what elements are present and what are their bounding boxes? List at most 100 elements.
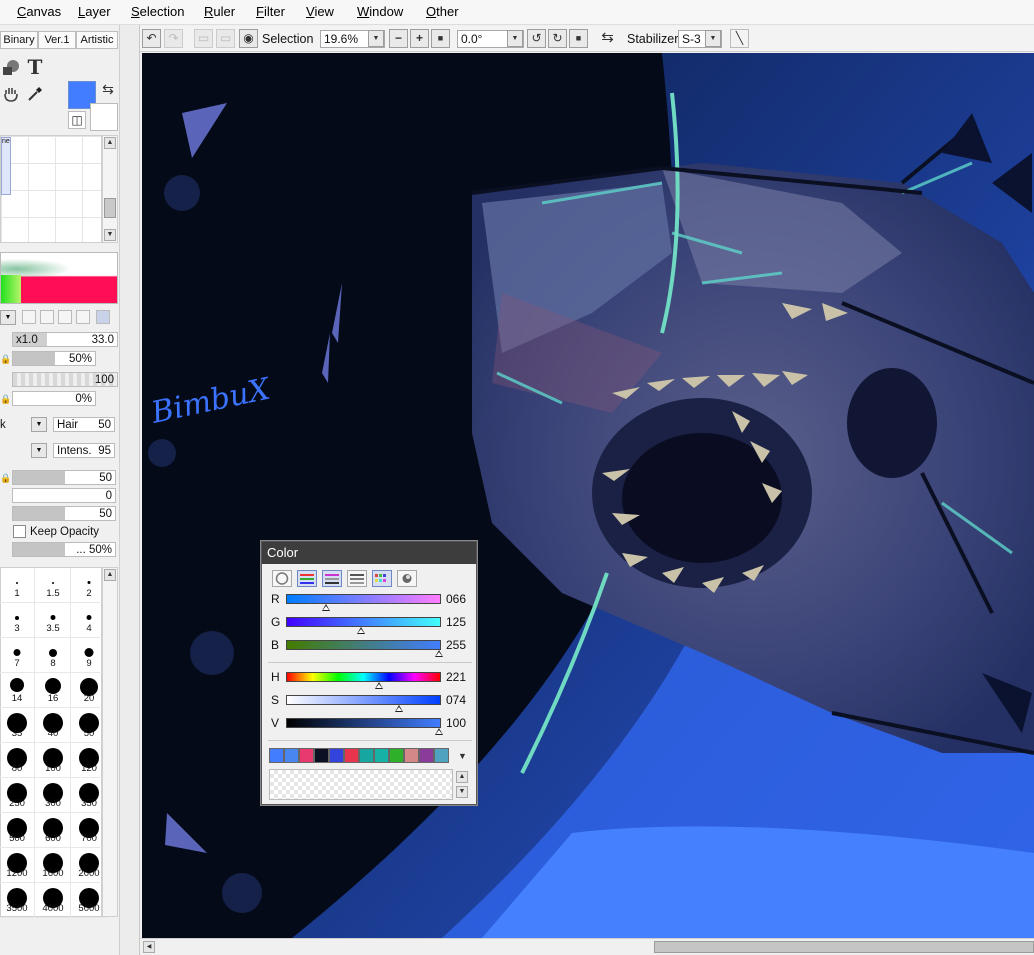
tab-artistic[interactable]: Artistic [76,31,118,49]
swap-colors-icon[interactable]: ⇆ [98,79,118,99]
scroll-up-icon[interactable]: ▲ [104,569,116,581]
zoom-reset-icon[interactable]: ■ [431,29,450,48]
texture-dropdown-icon[interactable]: ▼ [31,443,47,458]
min-size-slider[interactable]: 50% [12,351,96,366]
stabilizer-dropdown-icon[interactable]: ▼ [705,30,721,47]
menu-window[interactable]: Window [357,4,403,19]
red-slider-thumb[interactable] [321,604,330,611]
hue-slider[interactable] [286,672,441,682]
redo-icon[interactable]: ↷ [164,29,183,48]
intensity-field[interactable]: Intens. 95 [53,443,115,458]
color-swatch[interactable] [359,748,374,763]
drawing-canvas[interactable]: BimbuX [142,53,1034,938]
scroll-down-icon[interactable]: ▼ [104,229,116,241]
menu-layer[interactable]: Layer [78,4,111,19]
green-slider[interactable] [286,617,441,627]
value-value[interactable]: 100 [446,716,466,730]
persistence-slider[interactable]: 50 [12,506,116,521]
shape-1[interactable] [22,310,36,324]
size-slider[interactable]: x1.0 33.0 [12,332,118,347]
green-value[interactable]: 125 [446,615,466,629]
color-swatch[interactable] [299,748,314,763]
brush-size-cell[interactable]: 600 [35,813,71,848]
shape-tool-icon[interactable] [0,56,22,78]
straight-line-icon[interactable]: ╲ [730,29,749,48]
tool-grid-scrollbar[interactable]: ▲ ▼ [102,135,118,243]
color-swatches-mode-icon[interactable] [372,570,392,587]
hsv-sliders-mode-icon[interactable] [322,570,342,587]
transparent-color-icon[interactable]: ◫ [68,111,86,129]
undo-icon[interactable]: ↶ [142,29,161,48]
menu-filter[interactable]: Filter [256,4,285,19]
density-slider[interactable]: 100 [12,372,118,387]
hand-tool-icon[interactable] [0,83,22,105]
hue-value[interactable]: 221 [446,670,466,684]
scroll-thumb[interactable] [104,198,116,218]
scratchpad-down-icon[interactable]: ▼ [456,786,468,798]
brush-size-cell[interactable]: 250 [0,778,35,813]
brush-size-cell[interactable]: 3500 [0,883,35,918]
brush-size-cell[interactable]: 80 [0,743,35,778]
menu-view[interactable]: View [306,4,334,19]
color-mixer[interactable] [0,252,118,304]
blue-slider-thumb[interactable] [435,650,443,657]
eyedropper-icon[interactable] [24,83,46,105]
rotate-right-icon[interactable]: ↻ [548,29,567,48]
green-slider-thumb[interactable] [356,627,365,634]
invert-selection-icon[interactable]: ▭ [216,29,235,48]
brush-size-cell[interactable]: 1200 [0,848,35,883]
brush-size-cell[interactable]: 100 [35,743,71,778]
scratchpad-up-icon[interactable]: ▲ [456,771,468,783]
menu-canvas[interactable]: Canvas [17,4,61,19]
brush-size-cell[interactable]: 500 [0,813,35,848]
min-density-slider[interactable]: 0% [12,391,96,406]
background-color-swatch[interactable] [90,103,118,131]
color-swatch[interactable] [314,748,329,763]
tab-binary[interactable]: Binary [0,31,38,49]
scratchpad-mode-icon[interactable] [397,570,417,587]
rotation-reset-icon[interactable]: ■ [569,29,588,48]
brush-size-cell[interactable]: 35 [0,708,35,743]
color-swatch[interactable] [404,748,419,763]
saturation-slider-thumb[interactable] [395,705,404,712]
shape-5[interactable] [96,310,110,324]
value-slider[interactable] [286,718,441,728]
text-tool-icon[interactable]: T [24,55,46,79]
color-swatch[interactable] [284,748,299,763]
scroll-up-icon[interactable]: ▲ [104,137,116,149]
zoom-out-icon[interactable]: − [389,29,408,48]
shape-dropdown-icon[interactable]: ▼ [0,310,16,325]
brush-size-cell[interactable]: 16 [35,673,71,708]
brush-size-cell[interactable]: 8 [35,638,71,673]
hue-slider-thumb[interactable] [375,682,384,689]
brush-size-cell[interactable]: 3.5 [35,603,71,638]
brush-size-cell[interactable]: 7 [0,638,35,673]
blend-mode-dropdown-icon[interactable]: ▼ [31,417,47,432]
menu-other[interactable]: Other [426,4,459,19]
brush-size-cell[interactable]: 1.5 [35,568,71,603]
brush-size-cell[interactable]: 300 [35,778,71,813]
menu-ruler[interactable]: Ruler [204,4,235,19]
rotation-dropdown-icon[interactable]: ▼ [507,30,523,47]
tab-ver1[interactable]: Ver.1 [38,31,76,49]
color-wheel-mode-icon[interactable] [272,570,292,587]
selected-brush-tool[interactable]: ne [1,137,11,195]
flip-horizontal-icon[interactable]: ⇆ [598,29,617,48]
keep-opacity-checkbox[interactable] [13,525,26,538]
brush-size-cell[interactable]: 1600 [35,848,71,883]
brush-size-cell[interactable]: 40 [35,708,71,743]
rgb-sliders-mode-icon[interactable] [297,570,317,587]
brush-size-scrollbar[interactable]: ▲ [102,567,118,917]
texture-field[interactable]: Hair 50 [53,417,115,432]
horizontal-scroll-thumb[interactable] [654,941,1034,953]
brush-size-cell[interactable]: 1 [0,568,35,603]
dilution-slider[interactable]: 0 [12,488,116,503]
deselect-icon[interactable]: ▭ [194,29,213,48]
color-swatch[interactable] [344,748,359,763]
color-swatch[interactable] [389,748,404,763]
color-swatch[interactable] [329,748,344,763]
color-swatch[interactable] [374,748,389,763]
color-swatch[interactable] [269,748,284,763]
bottom-slider[interactable]: ... 50% [12,542,116,557]
blending-slider[interactable]: 50 [12,470,116,485]
